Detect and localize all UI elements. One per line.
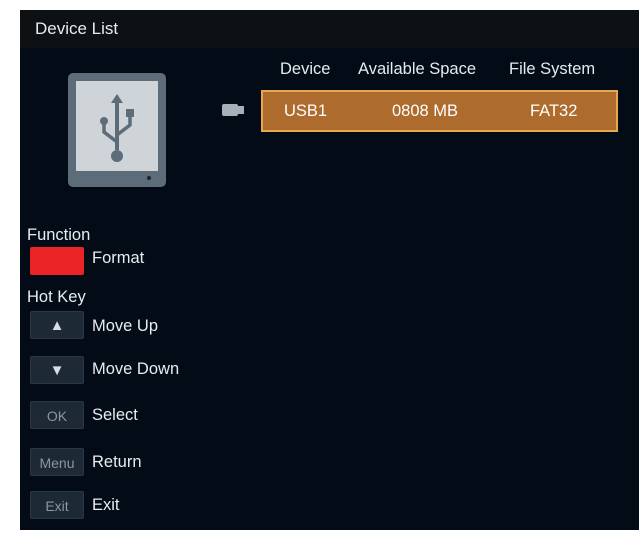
move-down-label: Move Down — [92, 360, 180, 378]
usb-plug-icon — [220, 101, 248, 119]
usb-device-icon — [67, 72, 167, 188]
menu-key[interactable]: Menu — [30, 448, 84, 476]
hotkey-heading: Hot Key — [27, 288, 86, 306]
column-header-available-space: Available Space — [358, 60, 477, 78]
ok-key[interactable]: OK — [30, 401, 84, 429]
file-system-cell: FAT32 — [530, 102, 578, 120]
device-name-cell: USB1 — [284, 102, 328, 120]
exit-label: Exit — [92, 496, 120, 514]
exit-key[interactable]: Exit — [30, 491, 84, 519]
move-down-key-icon[interactable]: ▼ — [30, 356, 84, 384]
select-label: Select — [92, 406, 138, 424]
move-up-key-icon[interactable]: ▲ — [30, 311, 84, 339]
move-up-label: Move Up — [92, 317, 159, 335]
available-space-cell: 0808 MB — [392, 102, 459, 120]
column-header-device: Device — [280, 60, 331, 78]
screen-title: Device List — [20, 10, 639, 48]
return-label: Return — [92, 453, 142, 471]
function-heading: Function — [27, 226, 91, 244]
red-function-key[interactable] — [30, 247, 84, 275]
format-label: Format — [92, 249, 145, 267]
column-header-file-system: File System — [509, 60, 596, 78]
device-list-screen: Device List Device Available Space File … — [20, 10, 639, 530]
